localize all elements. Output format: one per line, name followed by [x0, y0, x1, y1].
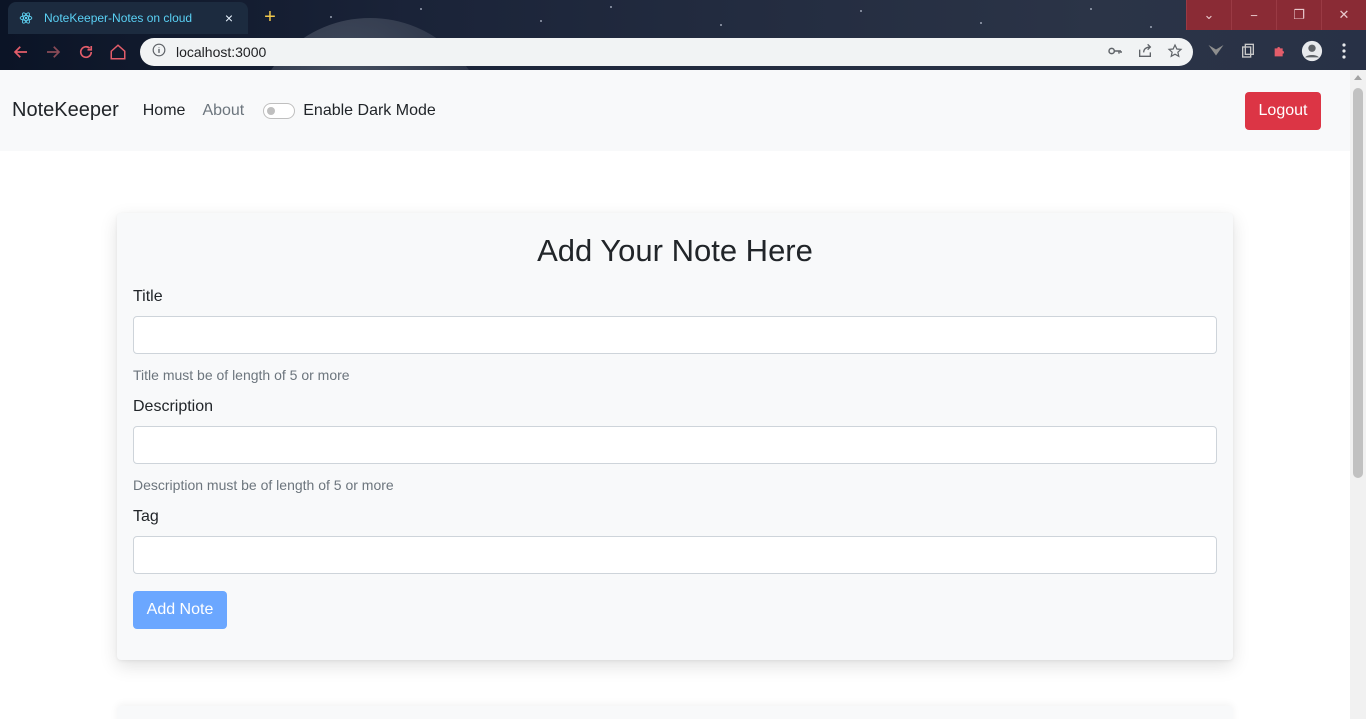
profile-avatar-icon[interactable] — [1301, 40, 1323, 62]
add-note-button[interactable]: Add Note — [133, 591, 227, 629]
address-bar[interactable]: localhost:3000 — [140, 38, 1193, 66]
browser-tab-active[interactable]: NoteKeeper-Notes on cloud × — [8, 2, 248, 34]
notes-card-partial — [117, 706, 1233, 719]
description-label: Description — [133, 398, 214, 415]
back-icon[interactable] — [10, 41, 32, 63]
react-icon — [18, 10, 34, 26]
bookmark-star-icon[interactable] — [1167, 43, 1183, 64]
reload-icon[interactable] — [75, 41, 97, 63]
share-icon[interactable] — [1137, 43, 1153, 64]
form-heading: Add Your Note Here — [537, 233, 813, 268]
tab-search-icon[interactable]: ⌄ — [1186, 0, 1231, 30]
title-input[interactable] — [133, 316, 1217, 354]
minimize-icon[interactable]: − — [1231, 0, 1276, 30]
info-icon[interactable] — [152, 43, 166, 62]
extensions-puzzle-icon[interactable] — [1269, 40, 1291, 62]
description-field: Description Description must be of lengt… — [133, 398, 1217, 493]
page-content: NoteKeeper Home About Enable Dark Mode L… — [0, 70, 1350, 719]
tag-field: Tag — [133, 508, 1217, 574]
page-scrollbar[interactable] — [1350, 70, 1366, 719]
scrollbar-thumb[interactable] — [1353, 88, 1363, 478]
url-text: localhost:3000 — [176, 44, 267, 60]
window-controls: ⌄ − ❐ ✕ — [1186, 0, 1366, 30]
title-help-text: Title must be of length of 5 or more — [133, 367, 350, 383]
add-note-card: Add Your Note Here Title Title must be o… — [117, 213, 1233, 660]
browser-chrome: NoteKeeper-Notes on cloud × + ⌄ − ❐ ✕ lo… — [0, 0, 1366, 70]
scroll-up-icon[interactable] — [1354, 75, 1362, 80]
tab-close-icon[interactable]: × — [220, 10, 238, 26]
key-icon[interactable] — [1107, 43, 1123, 64]
home-icon[interactable] — [107, 41, 129, 63]
dark-mode-switch[interactable] — [263, 102, 296, 119]
navbar: NoteKeeper Home About Enable Dark Mode L… — [0, 70, 1350, 151]
forward-icon[interactable] — [42, 41, 64, 63]
new-tab-button[interactable]: + — [258, 6, 282, 30]
browser-menu-icon[interactable] — [1333, 40, 1355, 62]
tag-input[interactable] — [133, 536, 1217, 574]
description-help-text: Description must be of length of 5 or mo… — [133, 477, 394, 493]
nav-link-home[interactable]: Home — [143, 102, 186, 120]
tag-label: Tag — [133, 508, 159, 525]
nav-link-about[interactable]: About — [202, 102, 244, 120]
extension-copy-icon[interactable] — [1237, 40, 1259, 62]
tab-title: NoteKeeper-Notes on cloud — [44, 11, 193, 25]
title-field: Title Title must be of length of 5 or mo… — [133, 288, 1217, 383]
description-input[interactable] — [133, 426, 1217, 464]
dark-mode-toggle[interactable]: Enable Dark Mode — [263, 102, 436, 120]
dark-mode-label: Enable Dark Mode — [303, 101, 436, 119]
title-label: Title — [133, 288, 163, 305]
brand-logo[interactable]: NoteKeeper — [12, 99, 119, 122]
logout-button[interactable]: Logout — [1245, 92, 1321, 130]
extension-shield-icon[interactable] — [1205, 40, 1227, 62]
close-window-icon[interactable]: ✕ — [1321, 0, 1366, 30]
restore-icon[interactable]: ❐ — [1276, 0, 1321, 30]
